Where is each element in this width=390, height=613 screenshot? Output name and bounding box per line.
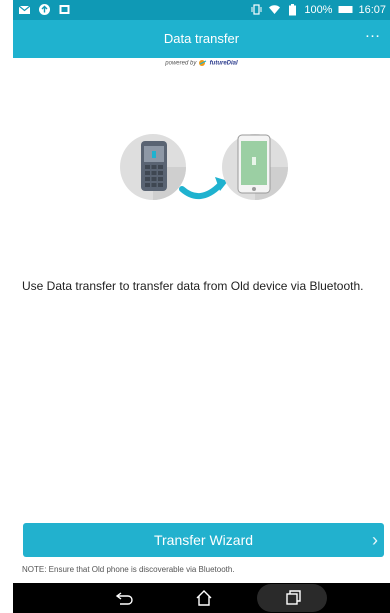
powered-by-prefix: powered by <box>165 60 197 67</box>
transfer-wizard-label: Transfer Wizard <box>153 532 254 548</box>
powered-by: powered by futureDial <box>13 59 390 67</box>
feature-phone-icon <box>120 134 186 200</box>
chevron-right-icon: › <box>372 530 378 550</box>
description-text: Use Data transfer to transfer data from … <box>22 279 364 293</box>
app-bar: Data transfer … <box>13 20 390 58</box>
wifi-icon <box>269 5 281 14</box>
more-icon[interactable]: … <box>362 25 384 46</box>
mail-icon <box>18 5 31 14</box>
upload-icon <box>39 4 50 15</box>
page-title: Data transfer <box>163 31 240 46</box>
app-frame: 100% 16:07 Data transfer … powered by fu… <box>13 0 390 613</box>
battery-icon <box>289 4 297 16</box>
battery-percentage: 100% <box>304 3 333 16</box>
smartphone-icon <box>222 134 288 200</box>
battery-bar-icon <box>338 6 353 13</box>
back-icon[interactable] <box>111 588 137 608</box>
status-bar: 100% 16:07 <box>13 0 390 20</box>
gallery-icon <box>59 5 70 14</box>
note-text: NOTE: Ensure that Old phone is discovera… <box>22 565 235 574</box>
home-icon[interactable] <box>191 588 217 608</box>
transfer-illustration <box>120 134 288 200</box>
clock: 16:07 <box>358 3 386 16</box>
powered-by-brand: futureDial <box>209 60 238 67</box>
transfer-wizard-button[interactable]: Transfer Wizard › <box>23 523 384 557</box>
vibrate-icon <box>251 4 262 15</box>
curved-arrow-icon <box>179 177 228 199</box>
recent-apps-icon[interactable] <box>279 588 305 608</box>
navigation-bar <box>13 583 390 613</box>
futuredial-logo-icon <box>199 60 207 66</box>
